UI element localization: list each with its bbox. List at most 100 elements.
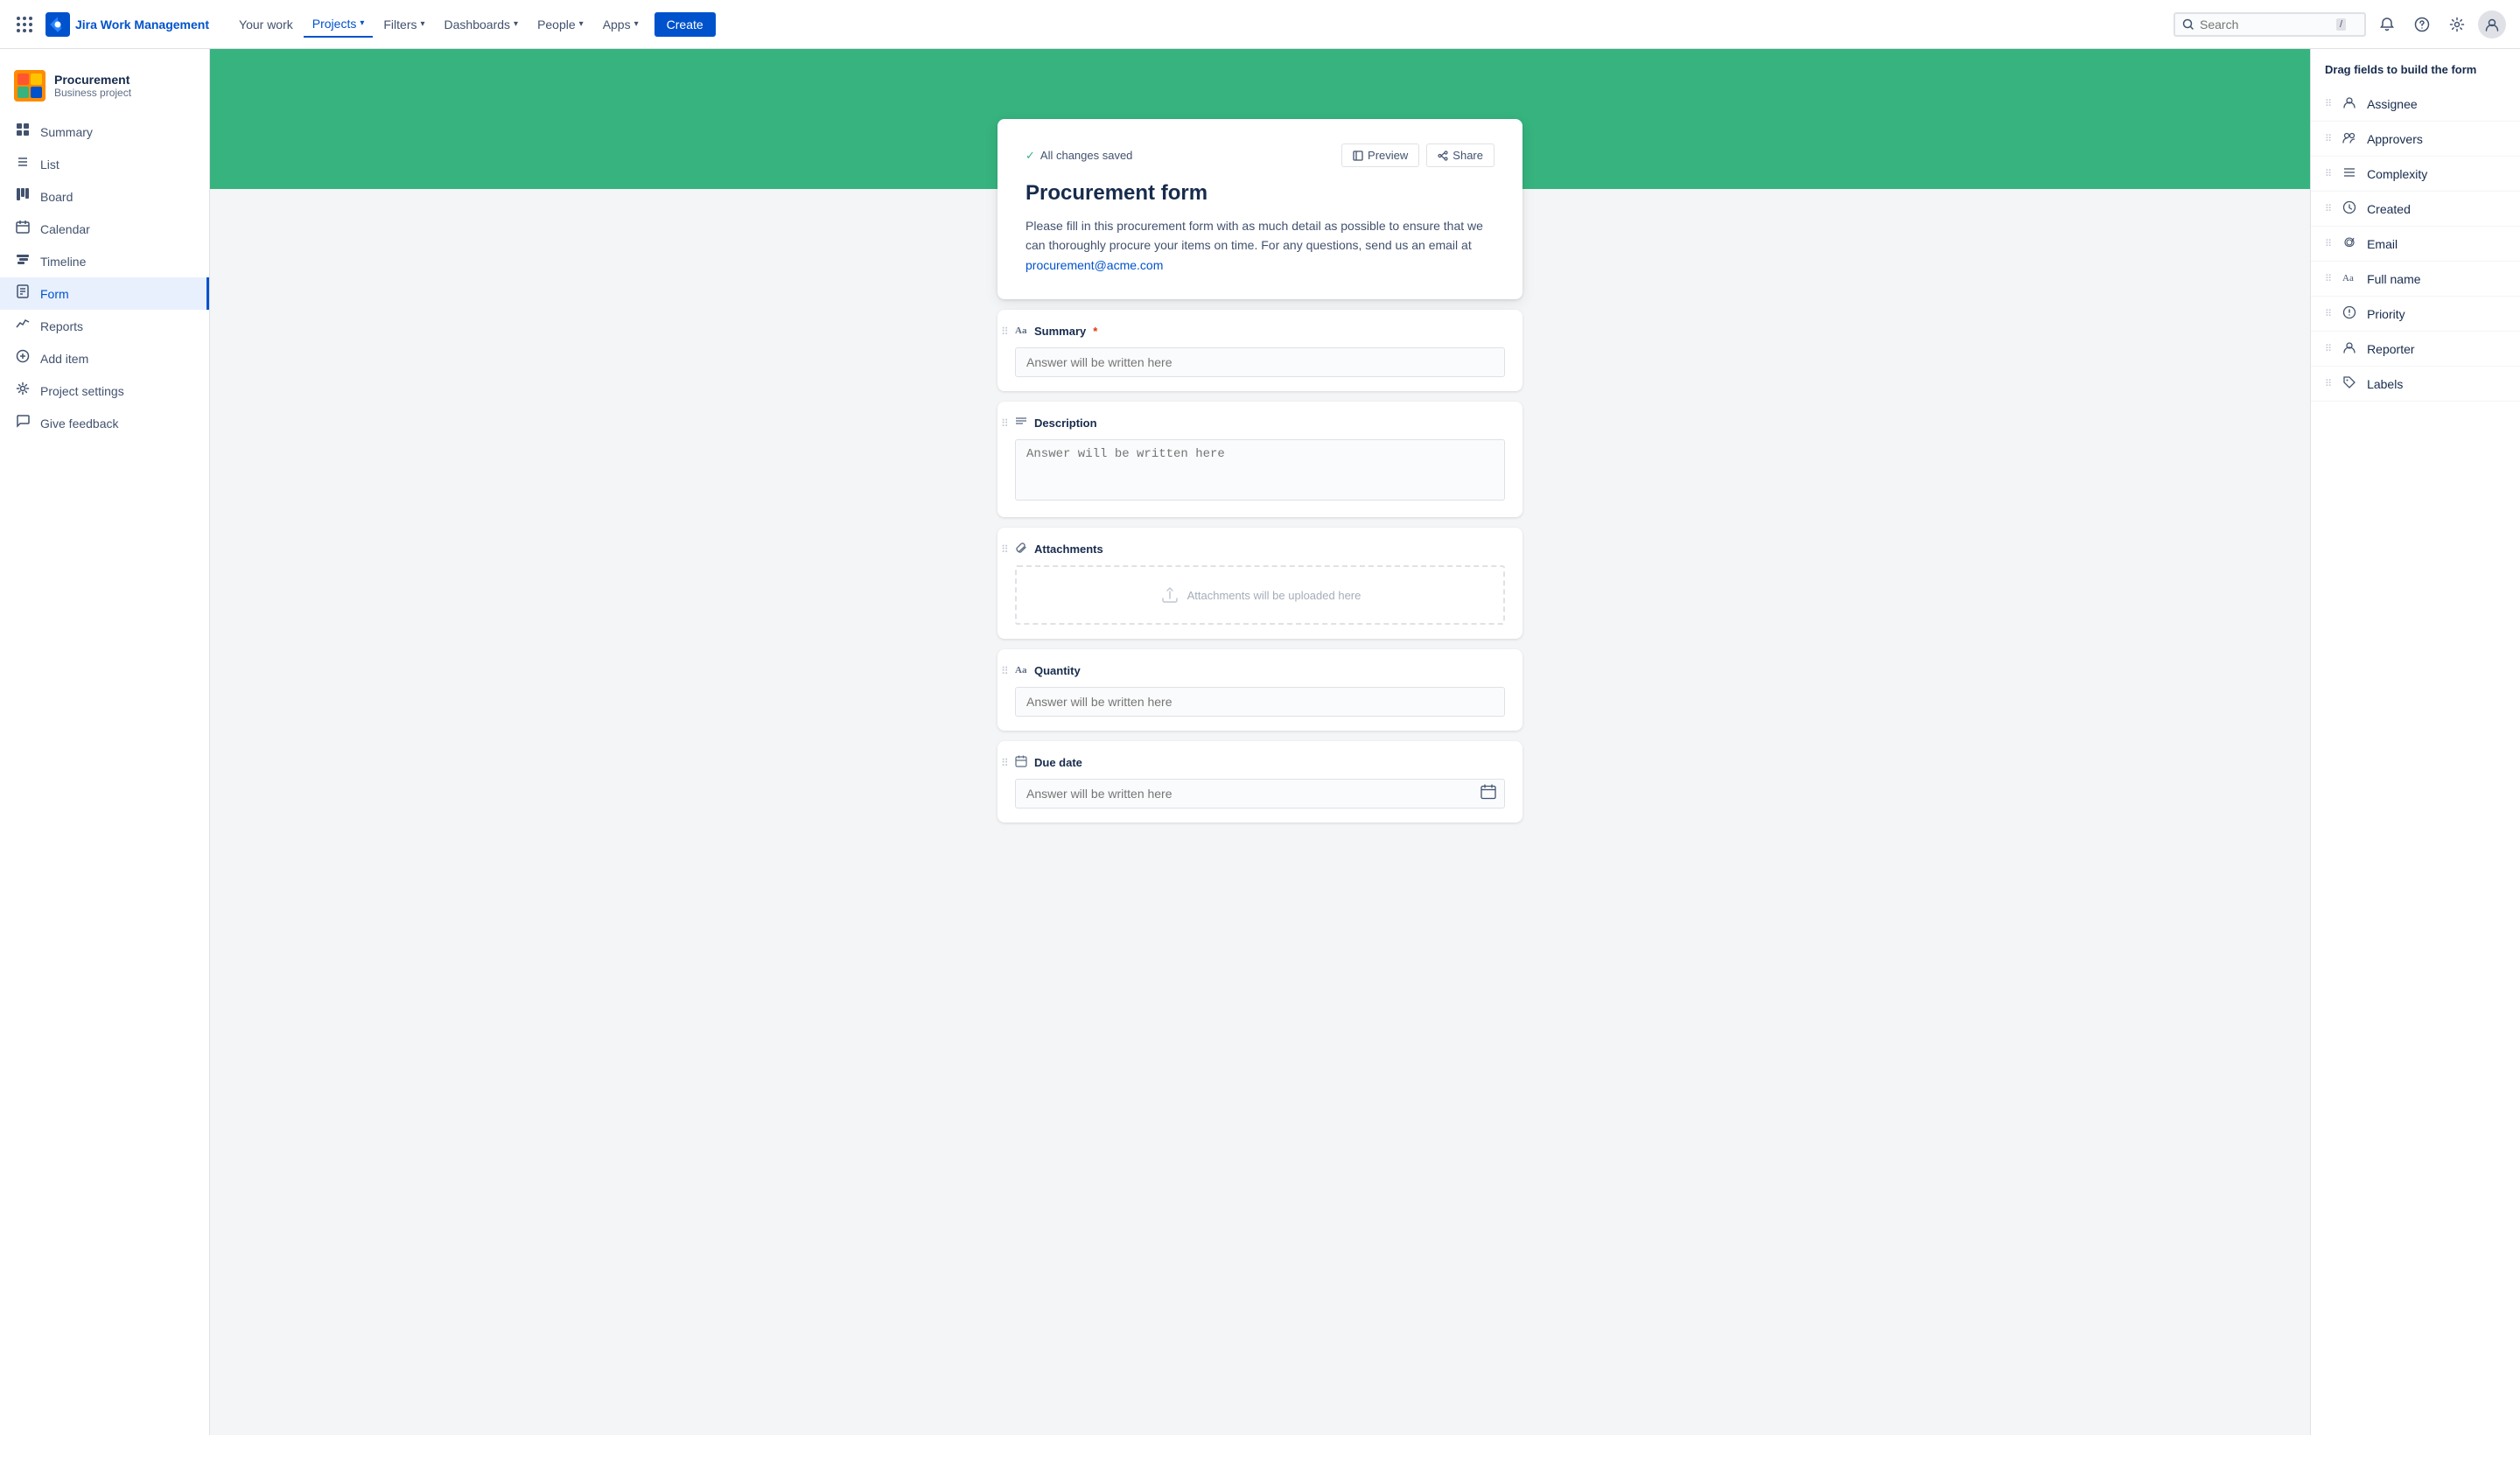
sidebar-item-form[interactable]: Form [0,277,209,310]
nav-item-apps[interactable]: Apps▾ [594,11,648,38]
sidebar-item-add-item[interactable]: Add item [0,342,209,374]
field-drag-created: ⠿ [2325,203,2332,214]
attachments-upload-area[interactable]: Attachments will be uploaded here [1015,565,1505,625]
share-icon [1438,150,1448,161]
sidebar-item-timeline-label: Timeline [40,255,86,269]
right-panel-field-assignee[interactable]: ⠿ Assignee [2311,87,2520,122]
apps-chevron-icon: ▾ [634,19,639,29]
grid-menu-button[interactable] [14,14,35,35]
assignee-field-icon [2341,95,2358,112]
sidebar-item-summary[interactable]: Summary [0,116,209,148]
preview-button[interactable]: Preview [1341,144,1419,167]
project-type: Business project [54,87,131,99]
sidebar-item-board[interactable]: Board [0,180,209,213]
form-card-header-bar: ✓ All changes saved Preview Share [1026,144,1494,167]
sidebar-item-project-settings-label: Project settings [40,384,124,398]
sidebar-item-give-feedback-label: Give feedback [40,416,119,430]
sidebar-item-timeline[interactable]: Timeline [0,245,209,277]
right-panel-field-created[interactable]: ⠿ Created [2311,192,2520,227]
project-name: Procurement [54,73,131,87]
section-header-quantity: AaQuantity [1015,663,1505,678]
field-drag-priority: ⠿ [2325,308,2332,319]
summary-input[interactable] [1015,347,1505,377]
reports-icon [14,317,32,335]
complexity-label: Complexity [2367,167,2427,181]
created-field-icon [2341,200,2358,217]
sidebar-item-form-label: Form [40,287,69,301]
description-field-icon [1015,416,1027,430]
due-date-date-wrapper [1015,779,1505,808]
search-bar[interactable]: / [2174,12,2366,37]
help-button[interactable] [2408,10,2436,38]
right-panel-field-email[interactable]: ⠿ Email [2311,227,2520,262]
top-navigation: Jira Work Management Your workProjects▾F… [0,0,2520,49]
section-label-attachments: Attachments [1034,542,1103,556]
projects-chevron-icon: ▾ [360,18,364,28]
share-label: Share [1452,149,1483,162]
project-settings-icon [14,382,32,400]
sidebar-item-give-feedback[interactable]: Give feedback [0,407,209,439]
assignee-label: Assignee [2367,97,2418,111]
create-button[interactable]: Create [654,12,716,37]
right-panel: Drag fields to build the form ⠿ Assignee… [2310,49,2520,1435]
notifications-button[interactable] [2373,10,2401,38]
nav-item-people[interactable]: People▾ [528,11,592,38]
quantity-input[interactable] [1015,687,1505,717]
section-header-summary: AaSummary* [1015,324,1505,339]
drag-handle-description[interactable]: ⠿ [1001,417,1009,430]
sidebar-item-list[interactable]: List [0,148,209,180]
saved-status: ✓ All changes saved [1026,149,1132,163]
right-panel-field-labels[interactable]: ⠿ Labels [2311,367,2520,402]
right-panel-field-full-name[interactable]: ⠿ Aa Full name [2311,262,2520,297]
labels-field-icon [2341,375,2358,392]
sidebar-item-summary-label: Summary [40,125,93,139]
sidebar-item-list-label: List [40,158,60,172]
sidebar: Procurement Business project Summary List… [0,49,210,1435]
right-panel-field-approvers[interactable]: ⠿ Approvers [2311,122,2520,157]
drag-handle-due-date[interactable]: ⠿ [1001,757,1009,769]
upload-icon [1159,584,1180,606]
reporter-label: Reporter [2367,342,2414,356]
jira-logo[interactable]: Jira Work Management [46,12,209,37]
section-header-attachments: Attachments [1015,542,1505,556]
project-icon [14,70,46,102]
nav-item-filters[interactable]: Filters▾ [374,11,433,38]
sidebar-item-calendar[interactable]: Calendar [0,213,209,245]
approvers-label: Approvers [2367,132,2423,146]
calendar-icon [14,220,32,238]
right-panel-field-reporter[interactable]: ⠿ Reporter [2311,332,2520,367]
form-card-header: ✓ All changes saved Preview Share [998,119,1522,299]
full-name-field-icon: Aa [2341,270,2358,287]
calendar-icon[interactable] [1480,784,1496,804]
nav-item-dashboards[interactable]: Dashboards▾ [436,11,528,38]
sidebar-item-reports[interactable]: Reports [0,310,209,342]
drag-handle-attachments[interactable]: ⠿ [1001,543,1009,556]
give-feedback-icon [14,414,32,432]
nav-item-your-work[interactable]: Your work [230,11,302,38]
form-section-attachments: ⠿ Attachments Attachments will be uploade… [998,528,1522,639]
form-section-quantity: ⠿ AaQuantity [998,649,1522,731]
share-button[interactable]: Share [1426,144,1494,167]
user-avatar[interactable] [2478,10,2506,38]
right-panel-fields: ⠿ Assignee ⠿ Approvers ⠿ Complexity ⠿ Cr… [2311,87,2520,402]
due-date-date-input[interactable] [1015,779,1505,808]
right-panel-field-complexity[interactable]: ⠿ Complexity [2311,157,2520,192]
form-actions: Preview Share [1341,144,1494,167]
description-textarea[interactable] [1015,439,1505,500]
search-input[interactable] [2200,18,2331,32]
check-icon: ✓ [1026,149,1035,163]
nav-item-projects[interactable]: Projects▾ [304,11,374,38]
created-label: Created [2367,202,2411,216]
drag-handle-quantity[interactable]: ⠿ [1001,665,1009,677]
settings-button[interactable] [2443,10,2471,38]
field-drag-full-name: ⠿ [2325,273,2332,284]
sidebar-item-project-settings[interactable]: Project settings [0,374,209,407]
field-drag-approvers: ⠿ [2325,133,2332,144]
sidebar-item-board-label: Board [40,190,73,204]
email-link[interactable]: procurement@acme.com [1026,258,1163,272]
people-chevron-icon: ▾ [579,19,584,29]
section-label-description: Description [1034,416,1097,430]
right-panel-field-priority[interactable]: ⠿ Priority [2311,297,2520,332]
section-label-due-date: Due date [1034,756,1082,769]
drag-handle-summary[interactable]: ⠿ [1001,326,1009,338]
